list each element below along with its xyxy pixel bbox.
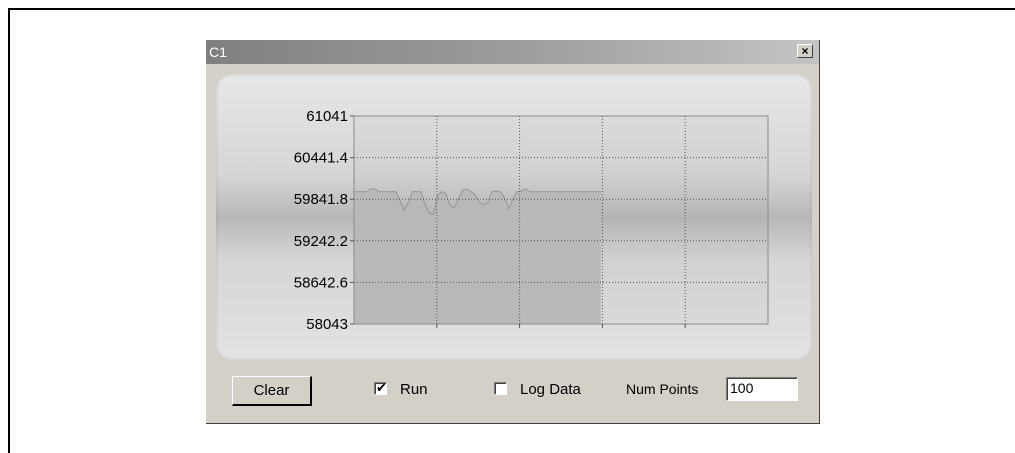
check-mark-icon: ✔ <box>376 380 387 395</box>
close-icon: × <box>801 44 809 58</box>
controls-bar: Clear ✔ Run Log Data Num Points 100 <box>206 370 820 420</box>
series-area <box>354 188 601 324</box>
chart: 61041 60441.4 59841.8 59242.2 58642.6 58043 <box>294 108 769 333</box>
logdata-label: Log Data <box>520 381 581 398</box>
y-tick-label: 59242.2 <box>294 233 348 250</box>
y-tick-label: 58043 <box>306 316 348 333</box>
y-tick-label: 59841.8 <box>294 191 348 208</box>
numpoints-label: Num Points <box>626 381 699 397</box>
window-title: C1 <box>209 44 227 60</box>
close-button[interactable]: × <box>797 44 813 58</box>
chart-panel: 61041 60441.4 59841.8 59242.2 58642.6 58043 <box>216 74 812 360</box>
title-bar[interactable]: C1 × <box>206 40 819 64</box>
y-tick-label: 60441.4 <box>294 150 348 167</box>
logdata-checkbox[interactable] <box>494 382 507 395</box>
clear-button[interactable]: Clear <box>232 376 312 406</box>
run-label: Run <box>400 381 428 398</box>
chart-window: C1 × 61041 60441.4 59841.8 59242.2 58642.6 58… <box>206 40 820 424</box>
numpoints-input[interactable]: 100 <box>726 377 798 401</box>
run-checkbox[interactable]: ✔ <box>374 380 387 395</box>
y-tick-label: 58642.6 <box>294 274 348 291</box>
y-tick-label: 61041 <box>306 108 348 125</box>
